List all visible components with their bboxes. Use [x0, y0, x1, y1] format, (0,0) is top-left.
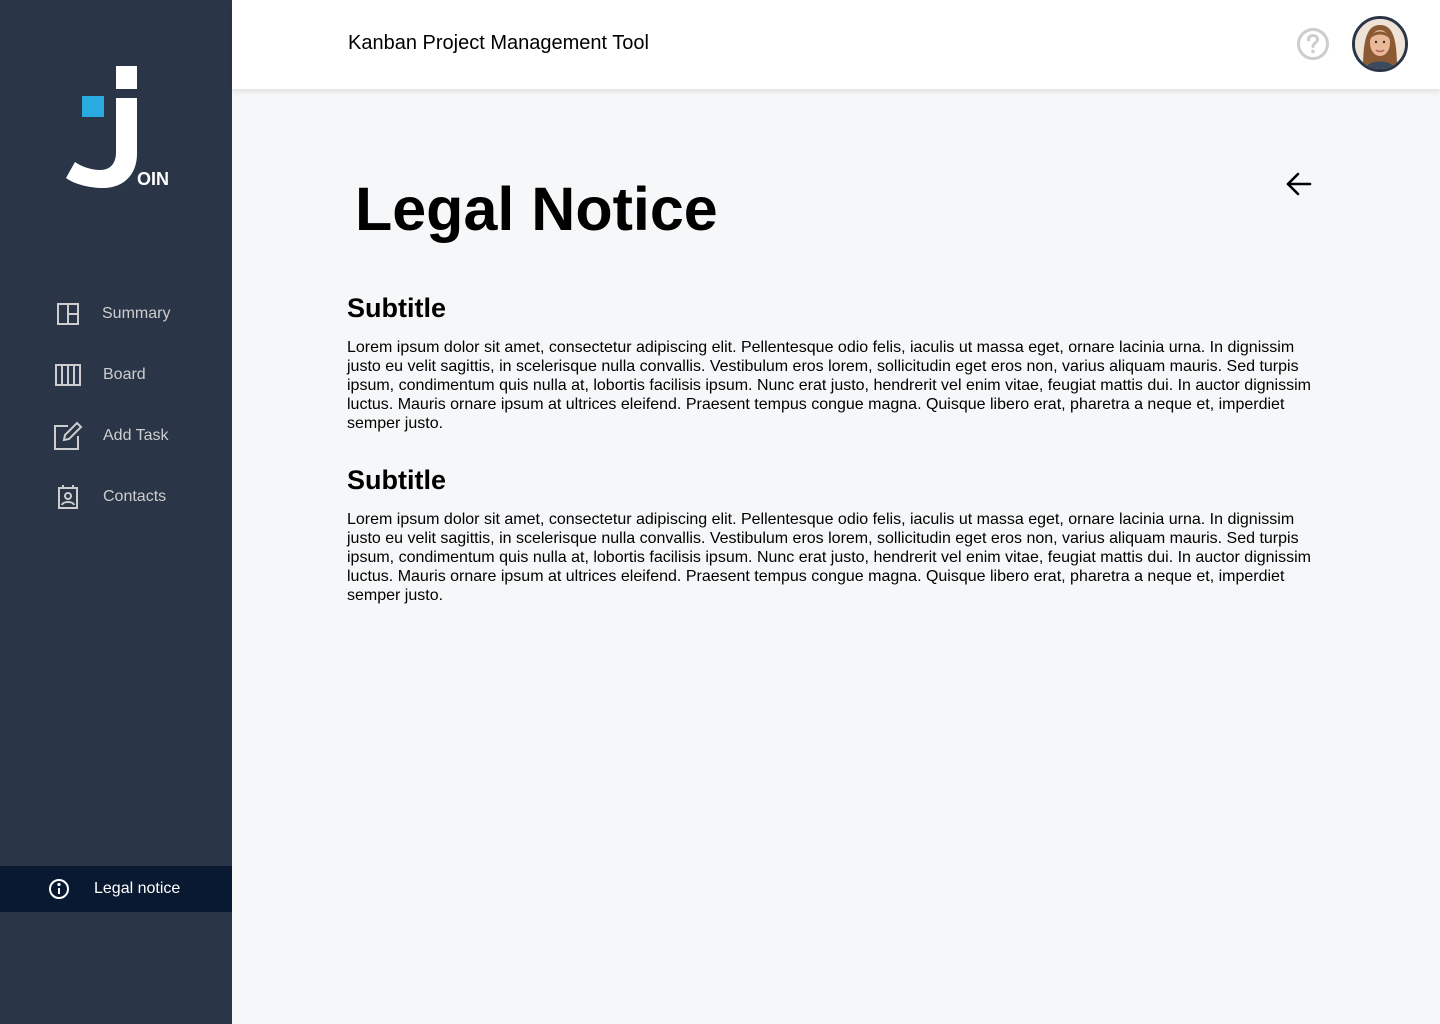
- join-logo[interactable]: OIN: [62, 62, 172, 192]
- user-avatar[interactable]: [1352, 16, 1408, 72]
- sidebar-item-label: Board: [103, 366, 146, 383]
- info-icon: [47, 877, 71, 901]
- sidebar-item-summary[interactable]: Summary: [0, 290, 232, 338]
- summary-icon: [52, 298, 84, 330]
- legal-section: Subtitle Lorem ipsum dolor sit amet, con…: [347, 292, 1317, 433]
- sidebar-item-label: Contacts: [103, 488, 167, 505]
- sidebar-item-legal-notice[interactable]: Legal notice: [0, 866, 232, 912]
- top-header: Kanban Project Management Tool: [232, 0, 1440, 89]
- contacts-icon: [52, 481, 84, 513]
- app-title: Kanban Project Management Tool: [348, 32, 649, 54]
- sidebar-item-board[interactable]: Board: [0, 351, 232, 399]
- section-subtitle: Subtitle: [347, 293, 446, 323]
- page-title: Legal Notice: [355, 175, 718, 243]
- sidebar-item-add-task[interactable]: Add Task: [0, 412, 232, 460]
- legal-section: Subtitle Lorem ipsum dolor sit amet, con…: [347, 464, 1317, 605]
- arrow-left-icon[interactable]: [1285, 170, 1313, 198]
- sidebar: OIN Summary Board Add Task Contacts Lega…: [0, 0, 232, 1024]
- logo-text: OIN: [137, 169, 169, 189]
- section-subtitle: Subtitle: [347, 465, 446, 495]
- board-icon: [52, 359, 84, 391]
- sidebar-item-label: Add Task: [103, 427, 169, 444]
- sidebar-item-contacts[interactable]: Contacts: [0, 473, 232, 521]
- sidebar-item-label: Legal notice: [94, 880, 181, 897]
- add-task-icon: [52, 420, 84, 452]
- section-text: Lorem ipsum dolor sit amet, consectetur …: [347, 339, 1311, 432]
- help-icon[interactable]: [1296, 27, 1330, 61]
- section-text: Lorem ipsum dolor sit amet, consectetur …: [347, 511, 1311, 604]
- sidebar-item-label: Summary: [102, 305, 171, 322]
